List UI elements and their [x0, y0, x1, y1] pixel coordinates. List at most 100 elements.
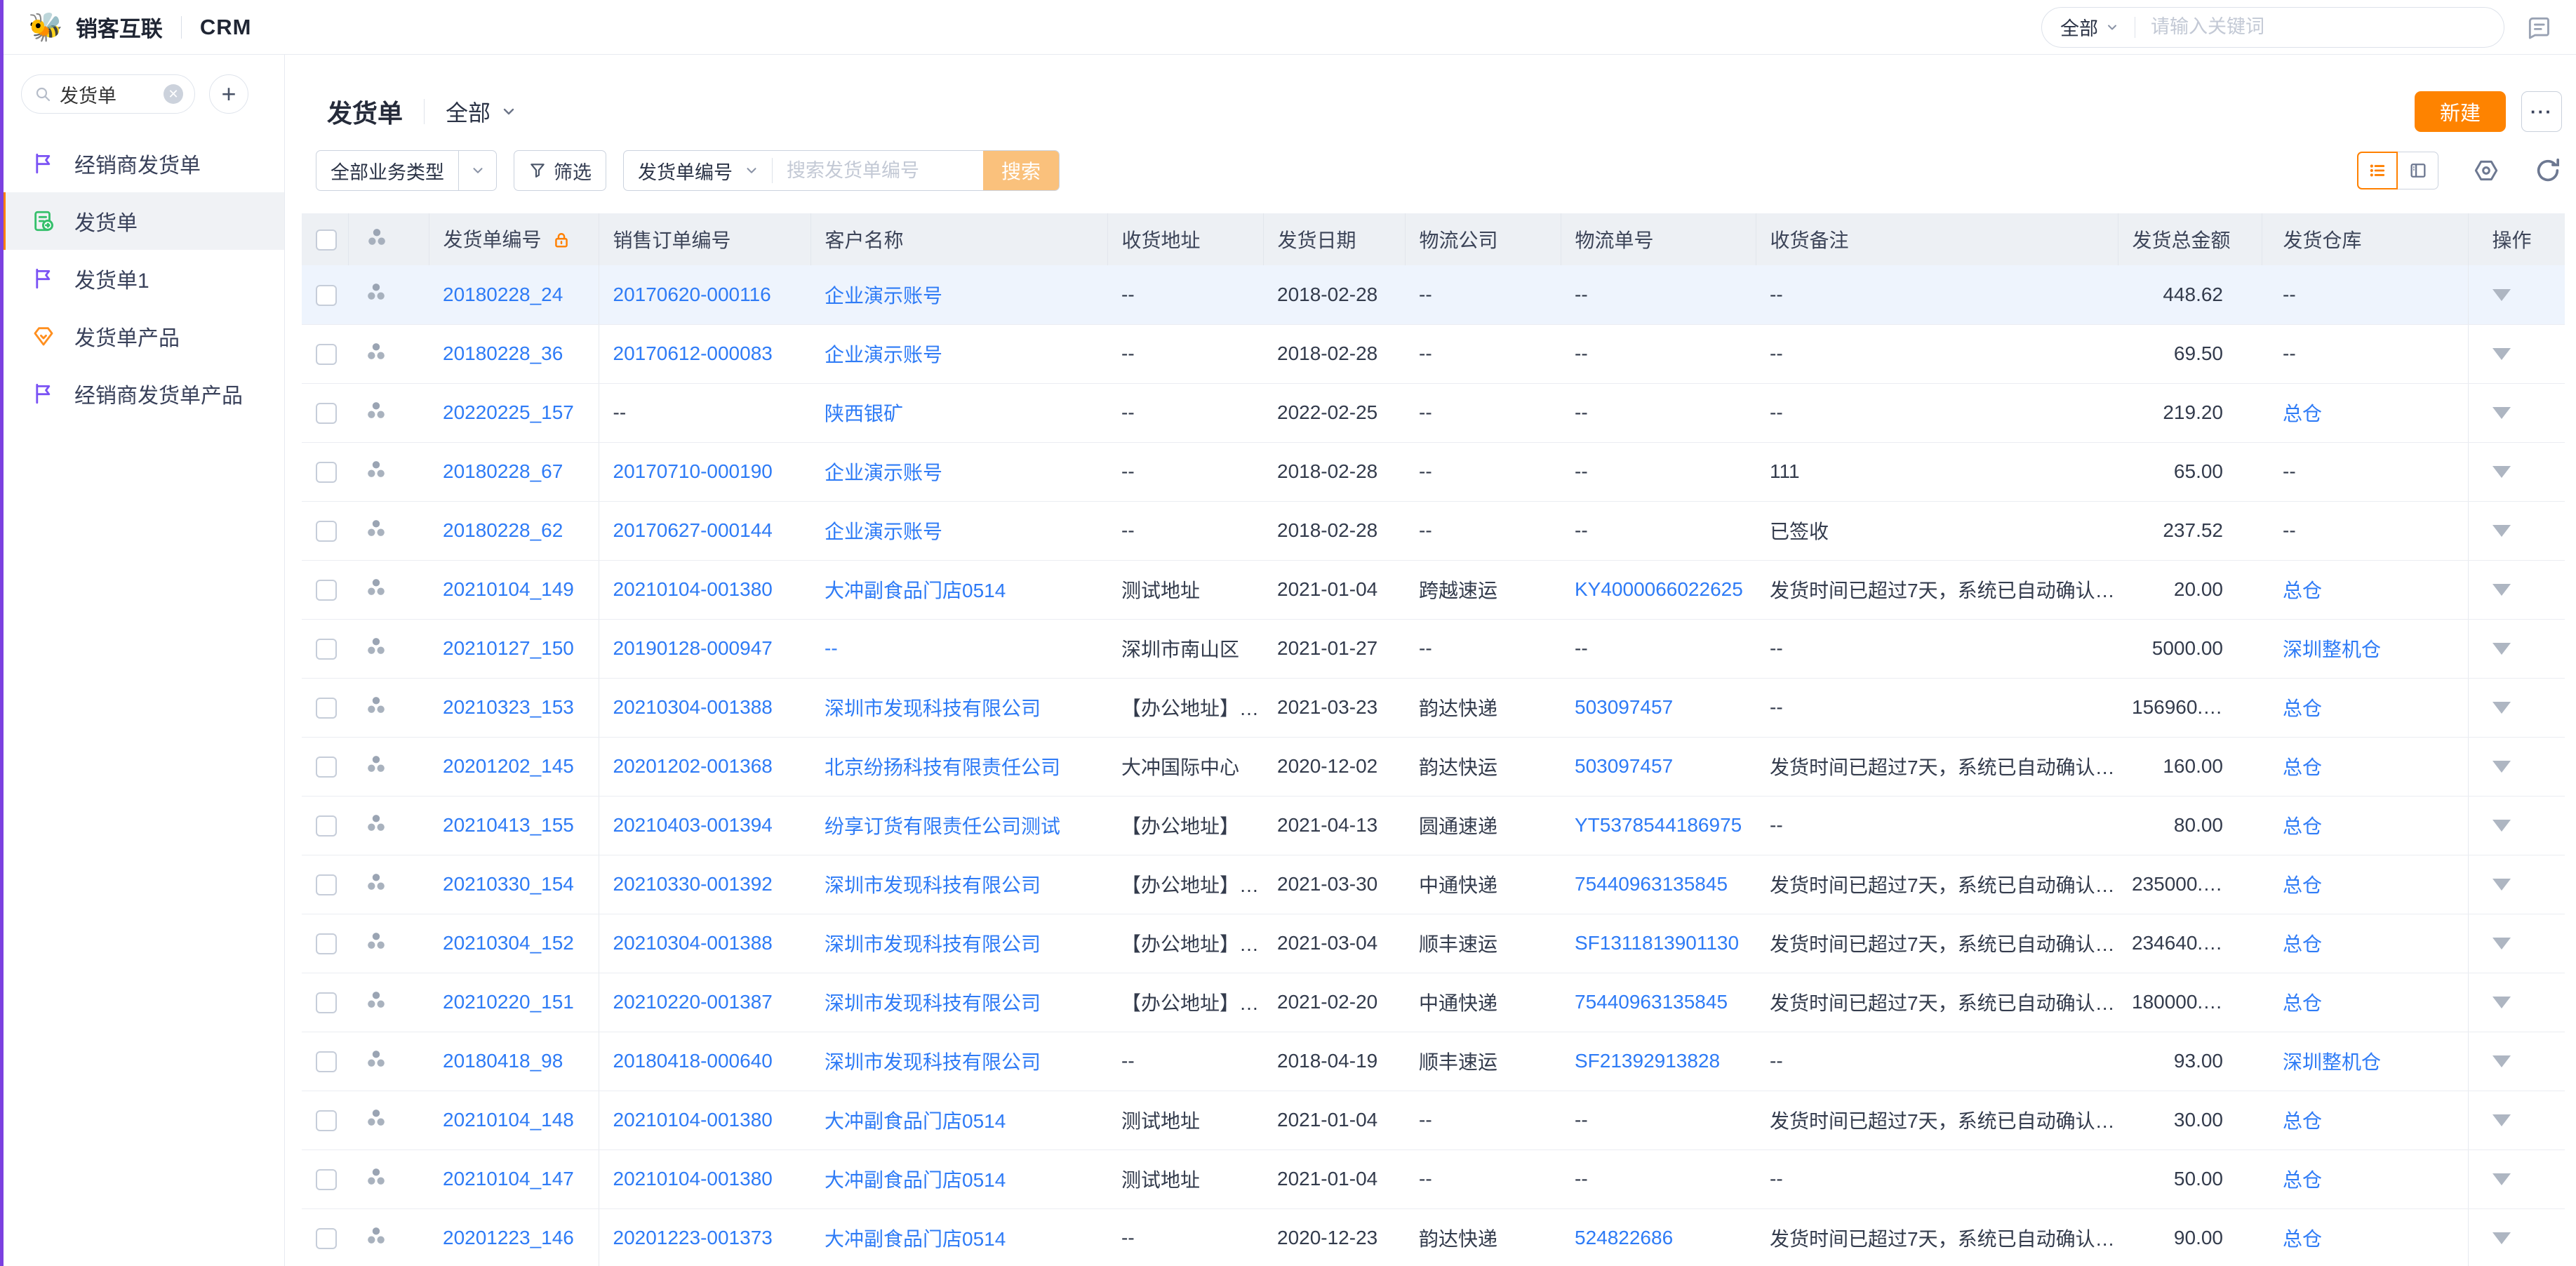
- sales-order-link[interactable]: 20201223-001373: [613, 1227, 773, 1248]
- warehouse-link[interactable]: 总仓: [2283, 1228, 2322, 1250]
- customer-link[interactable]: 企业演示账号: [825, 344, 942, 366]
- sidebar-item-2[interactable]: 发货单1: [0, 250, 284, 307]
- row-checkbox[interactable]: [316, 285, 337, 306]
- customer-link[interactable]: 企业演示账号: [825, 521, 942, 542]
- sales-order-link[interactable]: 20170620-000116: [613, 284, 771, 305]
- tracking-number-link[interactable]: SF1311813901130: [1575, 932, 1739, 954]
- board-view-icon[interactable]: [2398, 152, 2438, 189]
- customer-link[interactable]: 大冲副食品门店0514: [825, 1228, 1006, 1250]
- row-actions-dropdown[interactable]: [2492, 1114, 2511, 1126]
- row-checkbox[interactable]: [316, 521, 337, 542]
- customer-link[interactable]: 纷享订货有限责任公司测试: [825, 815, 1060, 837]
- global-search-input[interactable]: [2151, 16, 2485, 38]
- sales-order-link[interactable]: 20170710-000190: [613, 460, 773, 482]
- warehouse-link[interactable]: 总仓: [2283, 992, 2322, 1014]
- row-actions-dropdown[interactable]: [2492, 525, 2511, 537]
- row-actions-dropdown[interactable]: [2492, 938, 2511, 950]
- tracking-number-link[interactable]: KY4000066022625: [1575, 578, 1743, 600]
- clear-icon[interactable]: ✕: [163, 84, 183, 104]
- row-checkbox[interactable]: [316, 933, 337, 954]
- delivery-id-link[interactable]: 20210104_149: [443, 578, 574, 600]
- create-button[interactable]: 新建: [2415, 91, 2506, 132]
- row-actions-dropdown[interactable]: [2492, 348, 2511, 360]
- row-checkbox[interactable]: [316, 1228, 337, 1249]
- tracking-number-link[interactable]: 524822686: [1575, 1227, 1673, 1248]
- sales-order-link[interactable]: 20190128-000947: [613, 637, 773, 659]
- row-checkbox[interactable]: [316, 757, 337, 778]
- customer-link[interactable]: 北京纷扬科技有限责任公司: [825, 757, 1060, 778]
- row-actions-dropdown[interactable]: [2492, 643, 2511, 655]
- sidebar-search-input[interactable]: [60, 84, 144, 105]
- delivery-id-link[interactable]: 20180228_36: [443, 342, 563, 364]
- customer-link[interactable]: 深圳市发现科技有限公司: [825, 698, 1041, 719]
- sales-order-link[interactable]: 20210403-001394: [613, 814, 773, 836]
- search-scope-select[interactable]: 全部: [2060, 13, 2119, 41]
- row-checkbox[interactable]: [316, 698, 337, 719]
- list-view-icon[interactable]: [2357, 152, 2398, 189]
- sales-order-link[interactable]: 20210104-001380: [613, 578, 773, 600]
- search-button[interactable]: 搜索: [983, 151, 1059, 190]
- customer-link[interactable]: 深圳市发现科技有限公司: [825, 992, 1041, 1014]
- filter-button[interactable]: 筛选: [514, 150, 606, 191]
- sidebar-item-4[interactable]: 经销商发货单产品: [0, 365, 284, 422]
- sales-order-link[interactable]: 20210304-001388: [613, 696, 773, 718]
- customer-link[interactable]: 大冲副食品门店0514: [825, 1169, 1006, 1191]
- sales-order-link[interactable]: 20180418-000640: [613, 1050, 773, 1072]
- delivery-id-link[interactable]: 20210104_148: [443, 1109, 574, 1131]
- sales-order-link[interactable]: 20210104-001380: [613, 1168, 773, 1190]
- tracking-number-link[interactable]: 503097457: [1575, 696, 1673, 718]
- row-checkbox[interactable]: [316, 639, 337, 660]
- row-actions-dropdown[interactable]: [2492, 997, 2511, 1008]
- row-checkbox[interactable]: [316, 580, 337, 601]
- row-checkbox[interactable]: [316, 874, 337, 895]
- row-actions-dropdown[interactable]: [2492, 761, 2511, 773]
- row-actions-dropdown[interactable]: [2492, 466, 2511, 478]
- row-checkbox[interactable]: [316, 1169, 337, 1190]
- tracking-number-link[interactable]: 75440963135845: [1575, 873, 1728, 895]
- tracking-number-link[interactable]: 75440963135845: [1575, 991, 1728, 1013]
- tracking-number-link[interactable]: SF21392913828: [1575, 1050, 1720, 1072]
- row-checkbox[interactable]: [316, 992, 337, 1013]
- row-checkbox[interactable]: [316, 344, 337, 365]
- sales-order-link[interactable]: 20170612-000083: [613, 342, 773, 364]
- delivery-id-link[interactable]: 20210413_155: [443, 814, 574, 836]
- global-search[interactable]: 全部: [2041, 7, 2504, 48]
- row-actions-dropdown[interactable]: [2492, 1055, 2511, 1067]
- customer-link[interactable]: 企业演示账号: [825, 285, 942, 307]
- sales-order-link[interactable]: 20210330-001392: [613, 873, 773, 895]
- delivery-id-link[interactable]: 20180228_67: [443, 460, 563, 482]
- delivery-id-link[interactable]: 20180418_98: [443, 1050, 563, 1072]
- warehouse-link[interactable]: 总仓: [2283, 403, 2322, 425]
- customer-link[interactable]: 大冲副食品门店0514: [825, 580, 1006, 601]
- delivery-id-link[interactable]: 20180228_24: [443, 284, 563, 305]
- warehouse-link[interactable]: 总仓: [2283, 698, 2322, 719]
- sidebar-item-1[interactable]: 发货单: [0, 192, 284, 250]
- row-actions-dropdown[interactable]: [2492, 820, 2511, 832]
- sidebar-item-3[interactable]: 发货单产品: [0, 307, 284, 365]
- warehouse-link[interactable]: 总仓: [2283, 815, 2322, 837]
- select-all-checkbox[interactable]: [316, 229, 337, 251]
- settings-hexagon-icon[interactable]: [2472, 156, 2500, 185]
- delivery-id-link[interactable]: 20201223_146: [443, 1227, 574, 1248]
- add-view-button[interactable]: +: [209, 74, 248, 114]
- warehouse-link[interactable]: 总仓: [2283, 757, 2322, 778]
- warehouse-link[interactable]: 总仓: [2283, 874, 2322, 896]
- delivery-id-link[interactable]: 20210220_151: [443, 991, 574, 1013]
- row-actions-dropdown[interactable]: [2492, 879, 2511, 891]
- sales-order-link[interactable]: 20210104-001380: [613, 1109, 773, 1131]
- table-search-input[interactable]: [773, 151, 983, 190]
- delivery-id-link[interactable]: 20180228_62: [443, 519, 563, 541]
- row-checkbox[interactable]: [316, 403, 337, 424]
- customer-link[interactable]: 深圳市发现科技有限公司: [825, 874, 1041, 896]
- row-actions-dropdown[interactable]: [2492, 407, 2511, 419]
- business-type-select[interactable]: 全部业务类型: [316, 150, 497, 191]
- row-actions-dropdown[interactable]: [2492, 289, 2511, 301]
- row-checkbox[interactable]: [316, 462, 337, 483]
- row-checkbox[interactable]: [316, 815, 337, 837]
- sales-order-link[interactable]: 20210304-001388: [613, 932, 773, 954]
- delivery-id-link[interactable]: 20220225_157: [443, 401, 574, 423]
- customer-link[interactable]: 陕西银矿: [825, 403, 903, 425]
- sales-order-link[interactable]: 20201202-001368: [613, 755, 773, 777]
- sales-order-link[interactable]: 20170627-000144: [613, 519, 773, 541]
- warehouse-link[interactable]: 深圳整机仓: [2283, 639, 2381, 660]
